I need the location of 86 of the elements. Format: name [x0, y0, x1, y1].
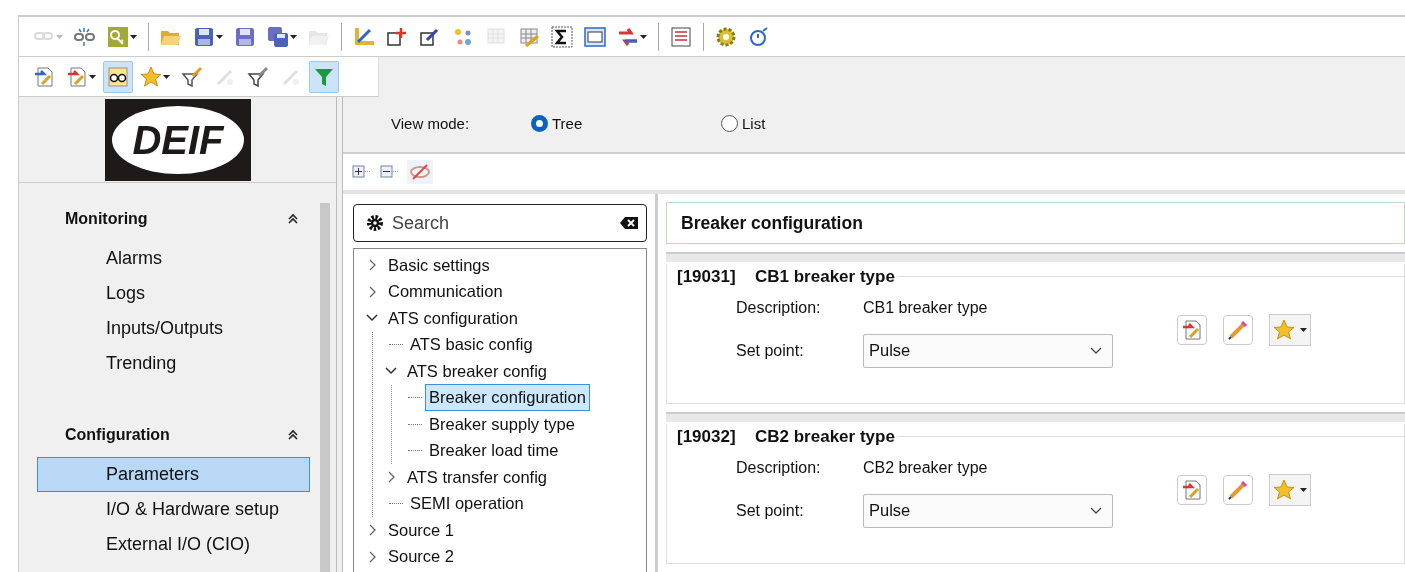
parameter-name: CB2 breaker type	[755, 426, 895, 448]
setpoint-dropdown[interactable]: Pulse	[863, 493, 1113, 528]
tree-item[interactable]: ATS transfer config	[403, 463, 551, 491]
collapse-icon[interactable]	[288, 430, 298, 440]
floppy-disks-icon	[267, 25, 289, 48]
sidebar-item[interactable]: Parameters	[37, 457, 310, 492]
description-text: CB1 breaker type	[863, 297, 988, 318]
star-icon	[140, 65, 162, 88]
sidebar-item[interactable]: Inputs/Outputs	[37, 311, 310, 346]
radio-button[interactable]: Tree	[531, 113, 721, 136]
tree-item[interactable]: Communication	[384, 278, 507, 306]
pencil-icon	[1227, 318, 1249, 341]
timer-icon	[748, 25, 770, 48]
setpoint-dropdown[interactable]: Pulse	[863, 333, 1113, 368]
field-label: Description:	[736, 457, 822, 478]
tree-item[interactable]: Source 1	[384, 516, 459, 544]
search-bar[interactable]: Search	[353, 204, 647, 242]
caret-icon	[56, 34, 63, 39]
edit-button[interactable]	[1223, 314, 1253, 345]
hidden-eye-icon[interactable]	[407, 160, 433, 184]
sidebar-item[interactable]: I/O & Hardware setup	[37, 492, 310, 527]
tree-item[interactable]: SEMI operation	[406, 490, 528, 518]
funnel-pencil-icon	[181, 65, 203, 88]
star-icon	[1273, 318, 1295, 341]
search-field[interactable]: Search	[390, 208, 614, 238]
tree-item[interactable]: ATS basic config	[406, 331, 537, 359]
edit-button[interactable]	[1223, 474, 1253, 505]
tree-item[interactable]: Breaker supply type	[425, 410, 579, 438]
pencil-icon	[1227, 478, 1249, 501]
reset-button[interactable]	[1177, 314, 1207, 345]
funnel-icon	[247, 65, 269, 88]
parameter-id: [19032]	[676, 426, 737, 448]
radio-button[interactable]: List	[721, 113, 766, 136]
toolbar-button[interactable]	[103, 60, 133, 93]
field-label: Description:	[736, 297, 822, 318]
sidebar-item[interactable]: Logs	[37, 276, 310, 311]
scrollbar[interactable]	[320, 203, 330, 572]
view-mode-label: View mode:	[391, 114, 471, 135]
document-arrow-icon	[1181, 478, 1203, 501]
description-text: CB2 breaker type	[863, 457, 988, 478]
chevron-down-icon	[1090, 506, 1102, 515]
sidebar-item[interactable]: Alarms	[37, 241, 310, 276]
document-arrow-icon	[66, 65, 88, 88]
gear-icon	[366, 214, 384, 232]
ruler-icon	[353, 25, 375, 48]
logo: DEIF	[104, 98, 251, 181]
tree-item[interactable]: ATS configuration	[384, 304, 522, 332]
document-arrow-icon	[33, 65, 55, 88]
caret-icon	[163, 74, 170, 79]
key-icon	[107, 25, 129, 48]
parameter-name: CB1 breaker type	[755, 266, 895, 288]
field-label: Set point:	[736, 340, 805, 361]
tree-item[interactable]: Source 2	[384, 543, 459, 571]
clear-icon	[620, 217, 638, 229]
tree-item[interactable]: Breaker configuration	[425, 384, 590, 412]
list-icon	[670, 25, 692, 48]
collapse-icon[interactable]	[288, 214, 298, 224]
broken-link-icon	[74, 25, 96, 48]
chevron-down-icon	[1090, 346, 1102, 355]
tree-item[interactable]: Basic settings	[384, 251, 494, 279]
sidebar-item[interactable]: External I/O (CIO)	[37, 527, 310, 562]
star-icon	[1273, 478, 1295, 501]
caret-icon	[216, 34, 223, 39]
sidebar-item[interactable]: Trending	[37, 346, 310, 381]
tree-item[interactable]: ATS breaker config	[403, 357, 551, 385]
caret-icon	[1300, 487, 1307, 492]
section-title: Monitoring	[65, 209, 148, 229]
field-label: Set point:	[736, 500, 805, 521]
caret-icon	[290, 34, 297, 39]
favorite-button[interactable]	[1269, 313, 1311, 346]
panel-header: Breaker configuration	[666, 202, 1405, 244]
reset-button[interactable]	[1177, 474, 1207, 505]
grid-icon	[518, 25, 540, 48]
section-title: Configuration	[65, 425, 170, 445]
document-arrow-icon	[1181, 318, 1203, 341]
caret-icon	[89, 74, 96, 79]
parameter-id: [19031]	[676, 266, 737, 288]
caret-icon	[1300, 327, 1307, 332]
gear-icon	[715, 25, 737, 48]
caret-icon	[130, 34, 137, 39]
tree-item[interactable]: Breaker load time	[425, 437, 563, 465]
checkbox-plus-icon	[386, 25, 408, 48]
caret-icon	[640, 34, 647, 39]
sigma-icon	[551, 25, 573, 48]
favorite-button[interactable]	[1269, 473, 1311, 506]
glasses-icon	[107, 65, 129, 88]
